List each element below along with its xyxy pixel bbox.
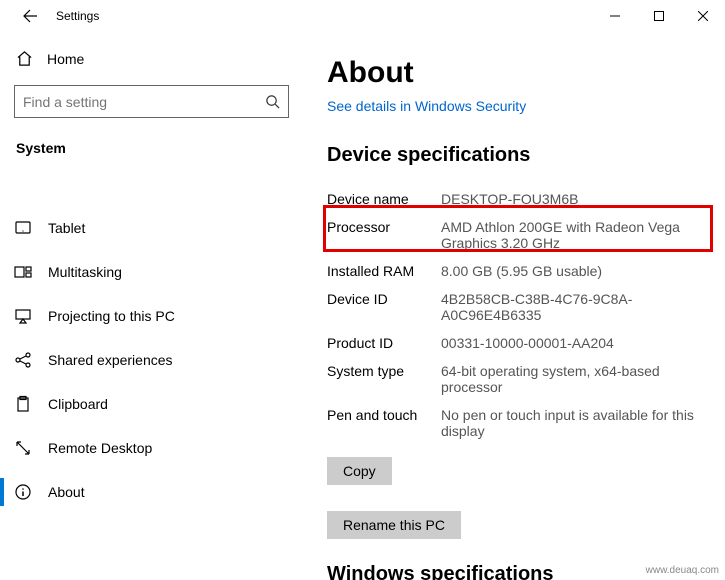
sidebar-item-label: Projecting to this PC bbox=[48, 308, 175, 324]
arrow-left-icon bbox=[22, 8, 38, 24]
search-box[interactable] bbox=[14, 85, 289, 118]
window-controls bbox=[593, 0, 725, 32]
maximize-icon bbox=[654, 11, 664, 21]
home-icon bbox=[16, 50, 33, 67]
about-icon bbox=[14, 483, 32, 501]
tablet-icon bbox=[14, 219, 32, 237]
sidebar-heading: System bbox=[14, 140, 289, 156]
sidebar-item-label: Remote Desktop bbox=[48, 440, 152, 456]
copy-button[interactable]: Copy bbox=[327, 457, 392, 485]
sidebar-home-label: Home bbox=[47, 51, 84, 67]
spec-value: 00331-10000-00001-AA204 bbox=[437, 335, 705, 351]
spec-row-systype: System type 64-bit operating system, x64… bbox=[327, 359, 705, 399]
spec-label: Device name bbox=[327, 191, 437, 207]
spec-value: DESKTOP-FOU3M6B bbox=[437, 191, 705, 207]
minimize-button[interactable] bbox=[593, 0, 637, 32]
spec-table: Device name DESKTOP-FOU3M6B Processor AM… bbox=[327, 187, 705, 443]
spec-label: System type bbox=[327, 363, 437, 379]
spec-row-deviceid: Device ID 4B2B58CB-C38B-4C76-9C8A-A0C96E… bbox=[327, 287, 705, 327]
sidebar-item-remote-desktop[interactable]: Remote Desktop bbox=[14, 426, 289, 470]
spec-value: No pen or touch input is available for t… bbox=[437, 407, 705, 439]
main-content: About See details in Windows Security De… bbox=[303, 32, 725, 580]
spec-label: Device ID bbox=[327, 291, 437, 307]
sidebar-item-label: Clipboard bbox=[48, 396, 108, 412]
minimize-icon bbox=[610, 11, 620, 21]
watermark: www.deuaq.com bbox=[646, 565, 719, 576]
spec-row-productid: Product ID 00331-10000-00001-AA204 bbox=[327, 331, 705, 355]
sidebar-item-label: About bbox=[48, 484, 85, 500]
spec-row-processor: Processor AMD Athlon 200GE with Radeon V… bbox=[327, 215, 705, 255]
spec-label: Pen and touch bbox=[327, 407, 437, 423]
device-spec-heading: Device specifications bbox=[327, 144, 705, 167]
spec-value: 4B2B58CB-C38B-4C76-9C8A-A0C96E4B6335 bbox=[437, 291, 705, 323]
sidebar-home[interactable]: Home bbox=[14, 44, 289, 75]
search-icon bbox=[265, 94, 280, 109]
sidebar-item-label: Shared experiences bbox=[48, 352, 173, 368]
close-button[interactable] bbox=[681, 0, 725, 32]
sidebar: Home System Tablet Multitasking bbox=[0, 32, 303, 580]
windows-security-link[interactable]: See details in Windows Security bbox=[327, 98, 526, 114]
sidebar-item-about[interactable]: About bbox=[14, 470, 289, 514]
sidebar-item-tablet[interactable]: Tablet bbox=[14, 206, 289, 250]
sidebar-item-multitasking[interactable]: Multitasking bbox=[14, 250, 289, 294]
spec-row-pentouch: Pen and touch No pen or touch input is a… bbox=[327, 403, 705, 443]
page-title: About bbox=[327, 56, 705, 90]
rename-pc-button[interactable]: Rename this PC bbox=[327, 511, 461, 539]
remote-desktop-icon bbox=[14, 439, 32, 457]
spec-value: 8.00 GB (5.95 GB usable) bbox=[437, 263, 705, 279]
sidebar-item-shared-experiences[interactable]: Shared experiences bbox=[14, 338, 289, 382]
sidebar-item-label: Multitasking bbox=[48, 264, 122, 280]
spec-row-ram: Installed RAM 8.00 GB (5.95 GB usable) bbox=[327, 259, 705, 283]
multitasking-icon bbox=[14, 263, 32, 281]
spec-label: Installed RAM bbox=[327, 263, 437, 279]
sidebar-item-clipboard[interactable]: Clipboard bbox=[14, 382, 289, 426]
close-icon bbox=[698, 11, 708, 21]
shared-icon bbox=[14, 351, 32, 369]
spec-value: AMD Athlon 200GE with Radeon Vega Graphi… bbox=[437, 219, 705, 251]
maximize-button[interactable] bbox=[637, 0, 681, 32]
sidebar-nav: Tablet Multitasking Projecting to this P… bbox=[14, 206, 289, 514]
projecting-icon bbox=[14, 307, 32, 325]
back-button[interactable] bbox=[14, 0, 46, 32]
window-title: Settings bbox=[56, 9, 99, 23]
sidebar-item-label: Tablet bbox=[48, 220, 85, 236]
spec-row-device-name: Device name DESKTOP-FOU3M6B bbox=[327, 187, 705, 211]
spec-value: 64-bit operating system, x64-based proce… bbox=[437, 363, 705, 395]
search-input[interactable] bbox=[23, 94, 265, 110]
spec-label: Product ID bbox=[327, 335, 437, 351]
sidebar-item-projecting[interactable]: Projecting to this PC bbox=[14, 294, 289, 338]
titlebar: Settings bbox=[0, 0, 725, 32]
clipboard-icon bbox=[14, 395, 32, 413]
spec-label: Processor bbox=[327, 219, 437, 235]
